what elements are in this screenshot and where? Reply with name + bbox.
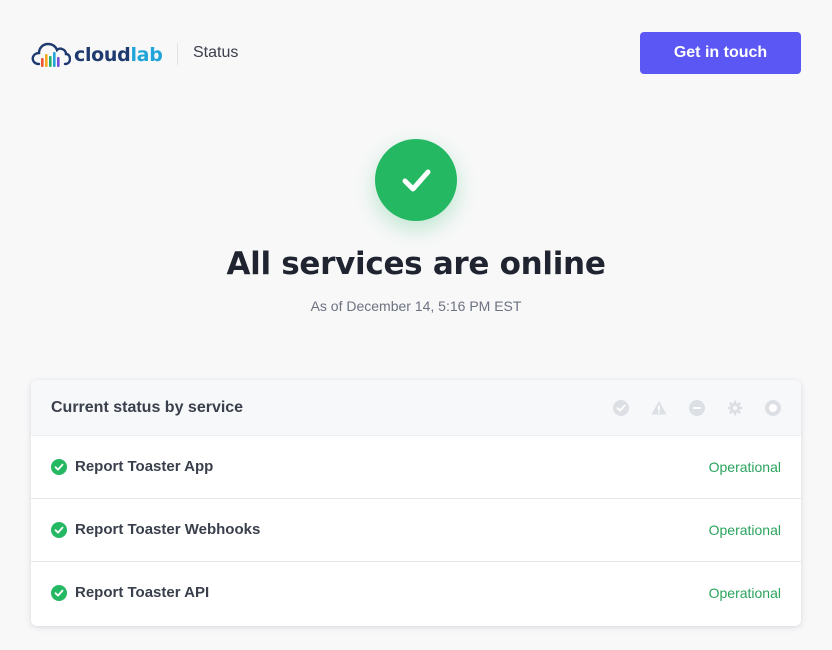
service-status: Operational [708,522,781,538]
section-label: Status [193,44,239,61]
service-status: Operational [708,585,781,601]
maintenance-icon [727,400,743,416]
service-status: Operational [708,459,781,475]
outage-icon [689,400,705,416]
operational-status-icon [51,585,67,601]
cloud-logo-icon [31,42,71,67]
header-divider [177,43,178,65]
page-header: cloudlab Status Get in touch [0,0,832,106]
operational-status-icon [51,459,67,475]
status-legend [613,400,781,416]
card-title: Current status by service [51,399,244,416]
service-status-card: Current status by service Report Toaster… [31,380,801,626]
operational-status-icon [51,522,67,538]
logo-text-lab: lab [130,43,163,66]
service-name: Report Toaster Webhooks [75,521,261,538]
card-header: Current status by service [31,380,801,436]
service-row: Report Toaster App Operational [31,436,801,499]
page-title: All services are online [226,246,606,282]
service-row: Report Toaster API Operational [31,562,801,625]
operational-icon [613,400,629,416]
logo-text-cloud: cloud [74,43,131,66]
service-name: Report Toaster App [75,458,214,475]
status-timestamp: As of December 14, 5:16 PM EST [310,298,522,314]
check-icon [402,169,431,192]
hero-status-badge [375,139,457,221]
service-row: Report Toaster Webhooks Operational [31,499,801,562]
service-name: Report Toaster API [75,584,210,601]
warning-icon [651,400,667,416]
unknown-icon [765,400,781,416]
get-in-touch-button[interactable]: Get in touch [640,32,801,74]
cloudlab-logo[interactable]: cloudlab [31,39,163,69]
logo-wordmark: cloudlab [74,44,163,66]
